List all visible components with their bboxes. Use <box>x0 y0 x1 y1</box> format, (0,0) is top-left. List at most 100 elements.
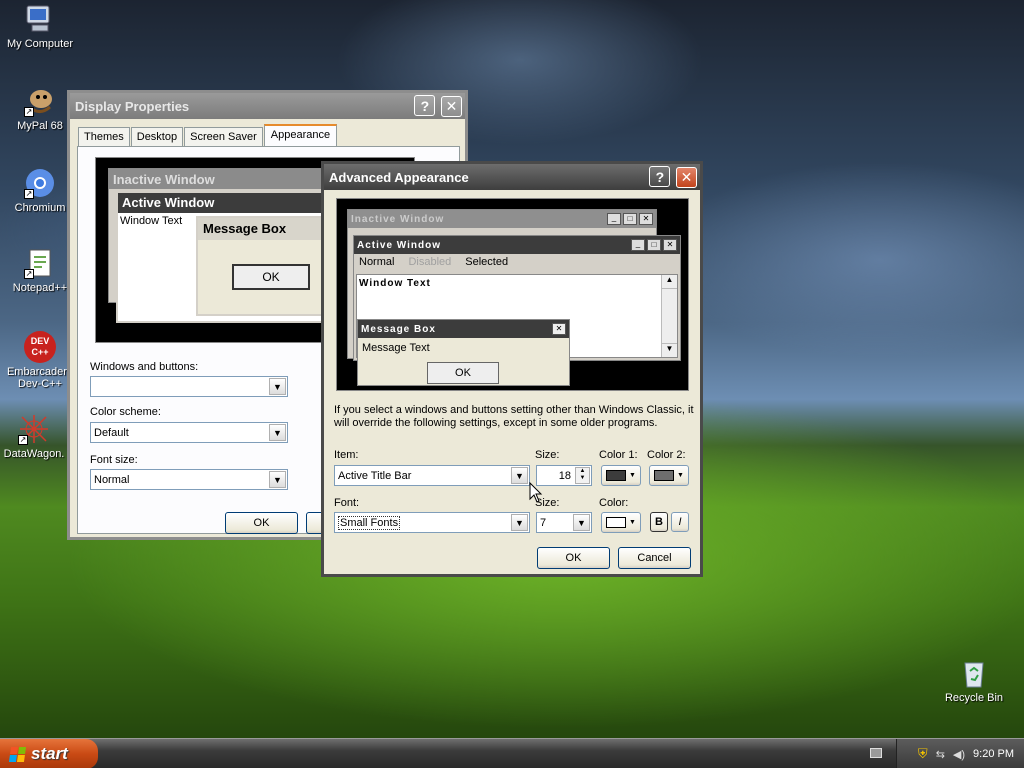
color1-label: Color 1: <box>599 449 638 461</box>
font-size-label: Font size: <box>90 454 138 466</box>
chevron-down-icon: ▼ <box>629 472 636 479</box>
preview-message-box: Message Box ✕ Message Text OK <box>357 319 570 386</box>
chevron-down-icon[interactable]: ▼ <box>511 467 528 484</box>
minimize-icon: _ <box>607 213 621 225</box>
my-computer-icon <box>24 3 56 35</box>
color1-picker[interactable]: ▼ <box>601 465 641 486</box>
preview-window-controls: _ □ ✕ <box>631 239 677 251</box>
scroll-up-icon: ▲ <box>662 275 677 289</box>
color-swatch <box>654 470 674 481</box>
chevron-down-icon: ▼ <box>629 519 636 526</box>
advanced-appearance-titlebar[interactable]: Advanced Appearance ? ✕ <box>324 164 700 190</box>
advanced-appearance-window: Advanced Appearance ? ✕ Inactive Window … <box>321 161 703 577</box>
item-select[interactable]: Active Title Bar ▼ <box>334 465 530 486</box>
close-button[interactable]: ✕ <box>441 95 462 117</box>
ok-button[interactable]: OK <box>225 512 298 534</box>
chevron-down-icon[interactable]: ▼ <box>573 514 590 531</box>
chromium-icon: ↗ <box>24 167 56 199</box>
system-tray: ⛨ ⇆ ◀) 9:20 PM <box>896 739 1024 768</box>
preview-active-titlebar: Active Window _ □ ✕ <box>354 236 680 254</box>
desktop-icon-datawagon[interactable]: ↗ DataWagon. <box>0 413 74 460</box>
close-icon: ✕ <box>552 323 566 335</box>
color-scheme-label: Color scheme: <box>90 406 161 418</box>
shortcut-arrow-icon: ↗ <box>18 435 28 445</box>
chevron-down-icon[interactable]: ▼ <box>269 378 286 395</box>
advanced-preview: Inactive Window _ □ ✕ Active Window _ □ … <box>336 198 689 391</box>
taskbar: start ⛨ ⇆ ◀) 9:20 PM <box>0 738 1024 768</box>
help-button[interactable]: ? <box>414 95 436 117</box>
help-button[interactable]: ? <box>649 166 671 188</box>
tab-strip: Themes Desktop Screen Saver Appearance <box>78 124 338 146</box>
font-size-select[interactable]: 7 ▼ <box>536 512 592 533</box>
spin-down-icon[interactable]: ▼ <box>576 475 589 482</box>
tab-themes[interactable]: Themes <box>78 127 130 146</box>
color-scheme-select[interactable]: Default ▼ <box>90 422 288 443</box>
desktop-icon-label: My Computer <box>6 38 74 50</box>
font-label: Font: <box>334 497 360 509</box>
color-swatch <box>606 517 626 528</box>
clock[interactable]: 9:20 PM <box>973 748 1014 760</box>
spin-up-icon[interactable]: ▲ <box>576 468 589 475</box>
maximize-icon: □ <box>647 239 661 251</box>
close-button[interactable]: ✕ <box>676 166 697 188</box>
preview-window-controls: _ □ ✕ <box>607 213 653 225</box>
notepadpp-icon: ↗ <box>24 247 56 279</box>
preview-ok-button: OK <box>427 362 499 384</box>
color2-picker[interactable]: ▼ <box>649 465 689 486</box>
windows-and-buttons-select[interactable]: ▼ <box>90 376 288 397</box>
tab-screen-saver[interactable]: Screen Saver <box>184 127 263 146</box>
color-swatch <box>606 470 626 481</box>
chevron-down-icon[interactable]: ▼ <box>269 471 286 488</box>
security-shield-icon[interactable]: ⛨ <box>918 746 928 762</box>
font-color-label: Color: <box>599 497 629 509</box>
preview-scrollbar: ▲ ▼ <box>661 275 677 357</box>
windows-and-buttons-label: Windows and buttons: <box>90 361 199 373</box>
preview-ok-button: OK <box>232 264 310 290</box>
display-properties-titlebar[interactable]: Display Properties ? ✕ <box>70 93 465 119</box>
window-title: Advanced Appearance <box>329 169 469 185</box>
item-size-spinner[interactable]: 18 ▲ ▼ <box>536 465 592 486</box>
item-size-label: Size: <box>535 449 560 461</box>
window-title: Display Properties <box>75 98 190 114</box>
tab-appearance[interactable]: Appearance <box>263 124 338 146</box>
desktop-icon-recycle-bin[interactable]: Recycle Bin <box>934 657 1014 704</box>
ok-button[interactable]: OK <box>537 547 610 569</box>
windows-logo-icon <box>8 746 27 762</box>
shortcut-arrow-icon: ↗ <box>24 269 34 279</box>
desktop-icon-my-computer[interactable]: My Computer <box>0 3 80 50</box>
info-text: If you select a windows and buttons sett… <box>334 404 694 429</box>
preview-menu-bar: Normal Disabled Selected <box>359 256 509 268</box>
devcpp-icon: DEV C++ <box>24 331 56 363</box>
font-size-select[interactable]: Normal ▼ <box>90 469 288 490</box>
bold-toggle[interactable]: B <box>650 512 668 532</box>
tab-desktop[interactable]: Desktop <box>130 127 184 146</box>
volume-icon[interactable]: ◀) <box>953 748 965 761</box>
chevron-down-icon: ▼ <box>677 472 684 479</box>
preview-inactive-titlebar: Inactive Window _ □ ✕ <box>348 210 656 228</box>
chevron-down-icon[interactable]: ▼ <box>269 424 286 441</box>
close-icon: ✕ <box>639 213 653 225</box>
spinner-arrows[interactable]: ▲ ▼ <box>575 467 590 484</box>
datawagon-icon: ↗ <box>18 413 50 445</box>
keyboard-icon[interactable] <box>870 748 882 758</box>
color2-label: Color 2: <box>647 449 686 461</box>
mypal-icon: ↗ <box>24 85 56 117</box>
desktop-icon-label: DataWagon. <box>3 448 65 460</box>
italic-toggle[interactable]: I <box>671 512 689 532</box>
shortcut-arrow-icon: ↗ <box>24 189 34 199</box>
item-label: Item: <box>334 449 359 461</box>
shortcut-arrow-icon: ↗ <box>24 107 34 117</box>
minimize-icon: _ <box>631 239 645 251</box>
maximize-icon: □ <box>623 213 637 225</box>
font-select[interactable]: Small Fonts ▼ <box>334 512 530 533</box>
font-color-picker[interactable]: ▼ <box>601 512 641 533</box>
start-button[interactable]: start <box>0 739 98 768</box>
cancel-button[interactable]: Cancel <box>618 547 691 569</box>
preview-message-box-titlebar: Message Box ✕ <box>358 320 569 338</box>
network-icon[interactable]: ⇆ <box>936 748 945 761</box>
scroll-down-icon: ▼ <box>662 343 677 357</box>
chevron-down-icon[interactable]: ▼ <box>511 514 528 531</box>
close-icon: ✕ <box>663 239 677 251</box>
recycle-bin-icon <box>958 657 990 689</box>
mouse-pointer-icon <box>529 481 543 507</box>
